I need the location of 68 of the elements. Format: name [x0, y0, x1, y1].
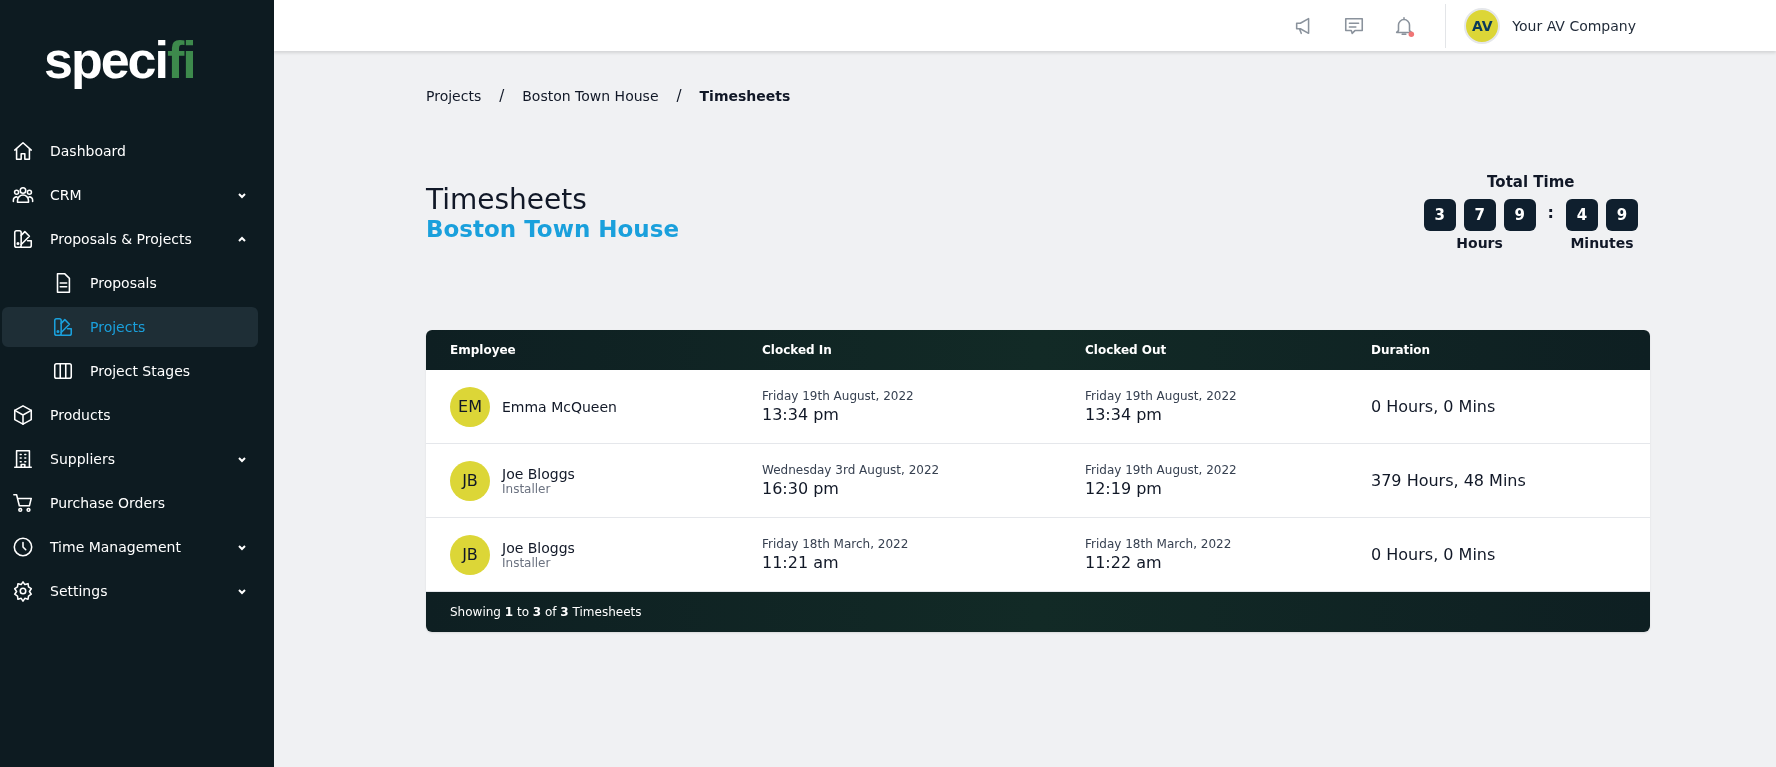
- building-icon: [12, 448, 34, 470]
- sidebar-item[interactable]: CRM: [2, 175, 258, 215]
- pagination-summary: Showing 1 to 3 of 3 Timesheets: [450, 605, 642, 619]
- duration: 0 Hours, 0 Mins: [1371, 397, 1497, 416]
- notification-bell-icon[interactable]: [1393, 14, 1416, 37]
- sidebar-item[interactable]: Project Stages: [2, 351, 258, 391]
- clocked-out-time: 13:34 pm: [1085, 405, 1163, 424]
- employee-avatar: EM: [450, 386, 490, 427]
- sidebar-item[interactable]: Dashboard: [2, 131, 258, 171]
- clocked-in-date: Friday 18th March, 2022: [762, 537, 910, 551]
- sidebar-item[interactable]: Settings: [2, 571, 258, 611]
- account-name[interactable]: Your AV Company: [1512, 17, 1636, 34]
- clocked-out-time: 12:19 pm: [1085, 479, 1163, 498]
- columns-icon: [52, 360, 74, 382]
- column-header: Duration: [1371, 343, 1432, 357]
- column-header: Employee: [450, 343, 517, 357]
- duration: 379 Hours, 48 Mins: [1371, 471, 1527, 490]
- swatch-icon: [52, 316, 74, 338]
- duration: 0 Hours, 0 Mins: [1371, 545, 1497, 564]
- hours-digit: 9: [1503, 199, 1536, 231]
- settings-icon: [12, 580, 34, 602]
- clocked-in-time: 16:30 pm: [762, 479, 840, 498]
- account-avatar[interactable]: AV: [1464, 7, 1501, 44]
- clocked-in-date: Friday 19th August, 2022: [762, 389, 915, 403]
- employee-name: Joe Bloggs: [502, 539, 575, 556]
- cube-icon: [12, 404, 34, 426]
- total-time-title: Total Time: [1487, 173, 1575, 191]
- sidebar-item[interactable]: Proposals: [2, 263, 258, 303]
- column-header: Clocked In: [762, 343, 833, 357]
- clocked-in-time: 11:21 am: [762, 553, 840, 572]
- minutes-digit: 9: [1606, 199, 1638, 231]
- breadcrumb-separator: /: [676, 87, 682, 105]
- clocked-out-date: Friday 19th August, 2022: [1085, 389, 1238, 403]
- sidebar-item[interactable]: Proposals & Projects: [2, 219, 258, 259]
- people-icon: [12, 184, 34, 206]
- cart-icon: [12, 492, 34, 514]
- clocked-in-date: Wednesday 3rd August, 2022: [762, 463, 941, 477]
- minutes-label: Minutes: [1570, 235, 1634, 251]
- hours-label: Hours: [1456, 235, 1503, 251]
- page-title: Timesheets: [426, 183, 588, 216]
- employee-avatar: JB: [450, 460, 490, 501]
- clocked-out-date: Friday 18th March, 2022: [1085, 537, 1233, 551]
- clocked-out-time: 11:22 am: [1085, 553, 1163, 572]
- sidebar-item[interactable]: Products: [2, 395, 258, 435]
- employee-avatar: JB: [450, 534, 490, 575]
- hours-digit: 7: [1463, 199, 1496, 231]
- project-name: Boston Town House: [426, 216, 679, 242]
- clocked-in-time: 13:34 pm: [762, 405, 840, 424]
- time-separator: :: [1546, 202, 1555, 222]
- hours-digit: 3: [1423, 199, 1456, 231]
- logo: specifi: [44, 30, 195, 90]
- employee-name: Emma McQueen: [502, 398, 617, 415]
- column-header: Clocked Out: [1085, 343, 1168, 357]
- breadcrumb-link[interactable]: Boston Town House: [522, 88, 659, 104]
- swatch-icon: [12, 228, 34, 250]
- sidebar-item[interactable]: Suppliers: [2, 439, 258, 479]
- employee-role: Installer: [502, 481, 551, 496]
- minutes-digit: 4: [1566, 199, 1598, 231]
- sidebar-item[interactable]: Projects: [2, 307, 258, 347]
- sidebar-item[interactable]: Time Management: [2, 527, 258, 567]
- home-icon: [12, 140, 34, 162]
- employee-name: Joe Bloggs: [502, 465, 575, 482]
- clock-icon: [12, 536, 34, 558]
- employee-role: Installer: [502, 555, 551, 570]
- breadcrumb-link[interactable]: Projects: [426, 88, 482, 104]
- breadcrumb-separator: /: [499, 87, 505, 105]
- clocked-out-date: Friday 19th August, 2022: [1085, 463, 1238, 477]
- sidebar-item[interactable]: Purchase Orders: [2, 483, 258, 523]
